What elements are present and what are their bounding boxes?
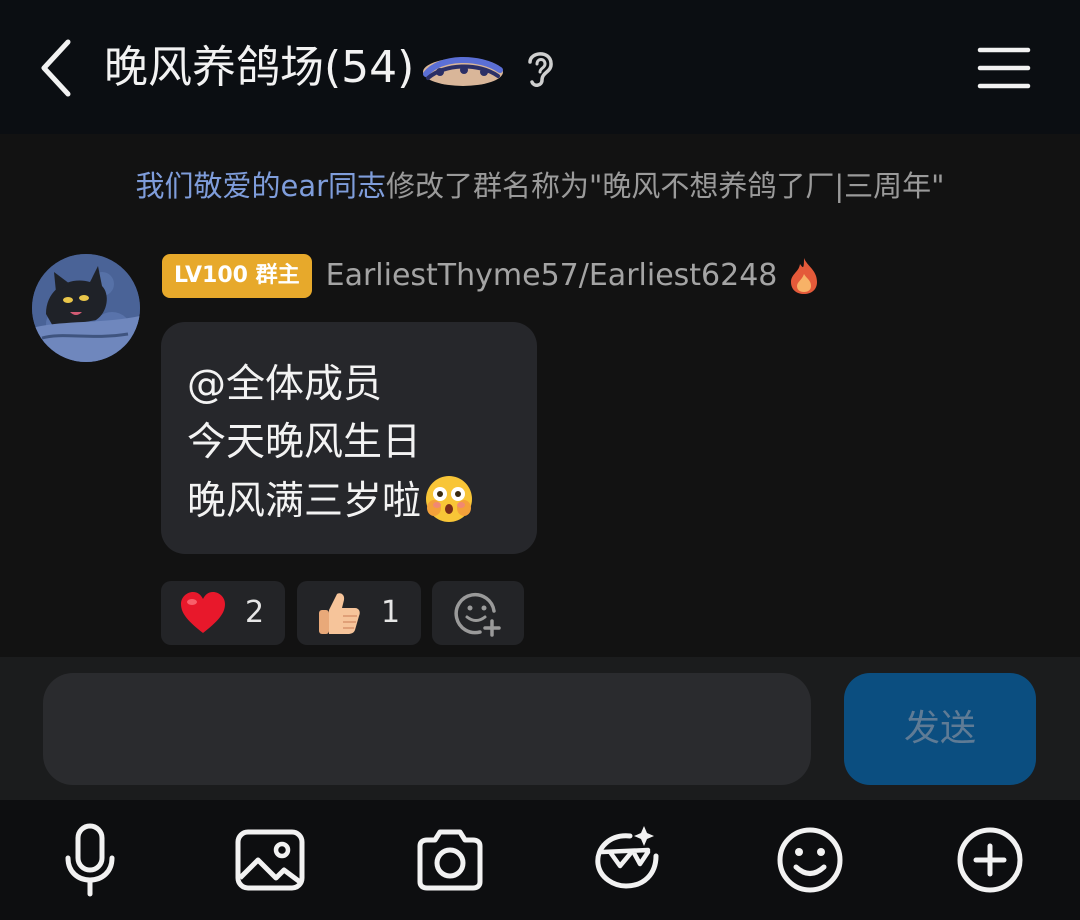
back-button[interactable] [30, 36, 86, 100]
hamburger-menu-icon [977, 47, 1031, 89]
message-bubble[interactable]: @全体成员 今天晚风生日 晚风满三岁啦 [161, 322, 537, 554]
sticker-button[interactable] [590, 820, 670, 900]
add-emoji-icon [454, 592, 501, 637]
group-title[interactable]: 晚风养鸽场(54) [104, 40, 414, 96]
sender-avatar[interactable] [32, 254, 140, 362]
ear-icon[interactable] [520, 46, 560, 90]
reaction-heart[interactable]: 2 [161, 581, 285, 645]
image-icon [235, 829, 305, 891]
composer: 发送 [0, 657, 1080, 800]
message-input[interactable] [43, 673, 811, 785]
heart-icon [181, 592, 225, 633]
message-line-with-emoji: 晚风满三岁啦 [187, 472, 511, 531]
emoji-icon [777, 827, 843, 893]
fire-icon [791, 258, 818, 294]
notice-text: 修改了群名称为"晚风不想养鸽了厂|三周年" [386, 169, 945, 203]
reaction-count: 1 [381, 595, 401, 630]
chat-header: 晚风养鸽场(54) [0, 0, 1080, 134]
reaction-count: 2 [245, 595, 265, 630]
thumbs-up-icon [319, 593, 360, 634]
message-line-text: 晚风满三岁啦 [187, 479, 422, 524]
image-button[interactable] [230, 820, 310, 900]
notice-mention[interactable]: 我们敬爱的ear同志 [136, 169, 387, 203]
sender-row: LV100 群主 EarliestThyme57/Earliest6248 [162, 254, 821, 298]
plus-icon [957, 827, 1023, 893]
level-badge: LV100 群主 [162, 254, 312, 298]
voice-button[interactable] [50, 820, 130, 900]
camera-button[interactable] [410, 820, 490, 900]
reaction-thumbs-up[interactable]: 1 [297, 581, 421, 645]
message-line: 今天晚风生日 [187, 420, 422, 465]
emoji-button[interactable] [770, 820, 850, 900]
chevron-left-icon [41, 39, 71, 97]
bottom-toolbar [0, 800, 1080, 920]
flushed-face-emoji-icon [426, 476, 473, 522]
cat-avatar-image [32, 254, 140, 362]
add-reaction-button[interactable] [432, 581, 524, 645]
sender-name[interactable]: EarliestThyme57/Earliest6248 [326, 254, 778, 298]
send-button[interactable]: 发送 [844, 673, 1036, 785]
menu-button[interactable] [974, 44, 1034, 92]
message-line: @全体成员 [187, 362, 383, 407]
que-sera-logo [423, 57, 503, 86]
more-button[interactable] [950, 820, 1030, 900]
microphone-icon [65, 823, 115, 897]
sticker-icon [595, 826, 659, 889]
camera-icon [417, 829, 483, 891]
system-notice: 我们敬爱的ear同志修改了群名称为"晚风不想养鸽了厂|三周年" [0, 164, 1080, 208]
